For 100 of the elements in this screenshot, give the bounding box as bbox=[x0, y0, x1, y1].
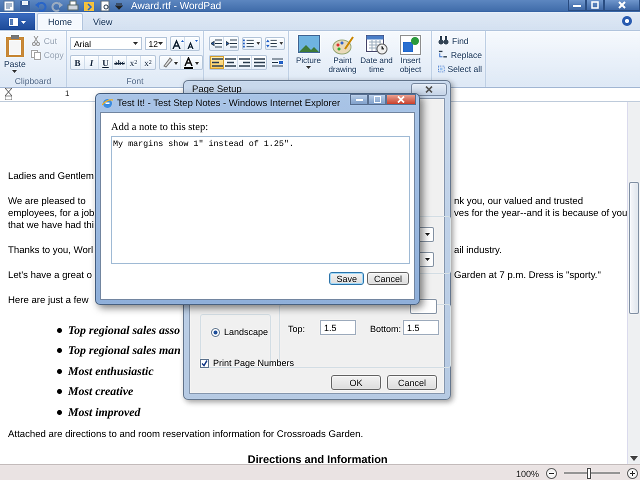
checkmark-icon bbox=[201, 360, 208, 366]
grow-font-button[interactable] bbox=[171, 37, 185, 50]
bullet-list-button[interactable] bbox=[242, 37, 262, 50]
maximize-icon bbox=[374, 96, 380, 103]
dialog-button[interactable]: OK bbox=[331, 375, 381, 390]
radio-button[interactable] bbox=[211, 328, 220, 336]
bullet-icon bbox=[57, 368, 62, 374]
list-item-text: Most creative bbox=[68, 384, 134, 400]
insert-button[interactable]: Picture bbox=[292, 34, 325, 70]
note-field[interactable]: My margins show 1" instead of 1.25". bbox=[111, 136, 410, 264]
grow-font-icon bbox=[172, 38, 184, 48]
palette-icon bbox=[332, 35, 354, 55]
margin-label: Bottom: bbox=[370, 324, 402, 334]
indent-icon bbox=[211, 39, 222, 48]
font-family-dropdown[interactable]: Arial bbox=[70, 37, 142, 50]
binoculars-icon bbox=[438, 36, 449, 45]
dialog-button[interactable]: Save bbox=[329, 272, 364, 285]
maximize-button[interactable] bbox=[586, 0, 604, 11]
margin-field[interactable]: 1.5 bbox=[403, 320, 439, 335]
document-text: Thanks to you, Worl bbox=[8, 245, 94, 256]
align-button[interactable] bbox=[252, 56, 266, 69]
zoom-out-icon[interactable] bbox=[546, 468, 557, 479]
print-icon[interactable] bbox=[67, 0, 79, 12]
copy-icon bbox=[30, 50, 41, 60]
align-icon bbox=[225, 58, 236, 67]
line-spacing-icon bbox=[266, 39, 284, 48]
application-menu-button[interactable] bbox=[0, 13, 35, 30]
editing-action-button[interactable]: Replace bbox=[438, 48, 482, 61]
bullet-icon bbox=[57, 328, 62, 333]
close-button[interactable] bbox=[386, 94, 416, 105]
picture-icon bbox=[298, 35, 320, 55]
insert-button[interactable]: Insert object bbox=[394, 34, 427, 75]
paste-button[interactable]: Paste bbox=[3, 33, 27, 76]
document-text: ves for the year--and it is because of you bbox=[454, 208, 628, 220]
align-button[interactable] bbox=[238, 56, 252, 69]
document-text: that we have had thi bbox=[8, 220, 94, 231]
window-title: Award.rtf - WordPad bbox=[131, 0, 222, 12]
vertical-scrollbar[interactable] bbox=[627, 102, 640, 464]
editing-action-button[interactable]: Select all bbox=[438, 62, 482, 75]
dropdown-arrow-icon bbox=[425, 258, 430, 261]
object-icon bbox=[400, 35, 422, 55]
highlighter-icon bbox=[162, 57, 178, 68]
caret-icon bbox=[12, 70, 18, 73]
minimize-button[interactable] bbox=[568, 0, 586, 11]
zoom-in-icon[interactable] bbox=[627, 468, 638, 479]
format-button[interactable]: I bbox=[85, 56, 99, 69]
slider-thumb[interactable] bbox=[587, 468, 592, 479]
align-icon bbox=[254, 58, 264, 67]
decrease-indent-button[interactable] bbox=[210, 37, 224, 50]
close-button[interactable] bbox=[604, 0, 640, 11]
app-icon[interactable] bbox=[3, 0, 15, 12]
dialog-button[interactable]: Cancel bbox=[366, 272, 409, 285]
document-text: ail industry. bbox=[454, 245, 502, 257]
insert-button[interactable]: Paint drawing bbox=[326, 34, 359, 75]
folder-icon[interactable] bbox=[83, 0, 95, 12]
minimize-button[interactable] bbox=[350, 94, 368, 105]
insert-button[interactable]: Date and time bbox=[360, 34, 393, 75]
group-label: Clipboard bbox=[14, 76, 52, 87]
document-text: Ladies and Gentlem bbox=[8, 171, 94, 182]
format-button[interactable]: x$^{2}$ bbox=[141, 56, 155, 69]
ruler-number: 1 bbox=[65, 89, 70, 98]
note-prompt: Add a note to this step: bbox=[111, 122, 210, 133]
list-item-text: Most enthusiastic bbox=[68, 364, 154, 379]
editing-action-button[interactable]: Find bbox=[438, 34, 482, 47]
ribbon-tab[interactable]: Home bbox=[37, 13, 84, 30]
minimize-icon bbox=[356, 98, 362, 101]
document-text: Attached are directions to and room reservation information for Crossroads Garden. bbox=[8, 428, 364, 440]
ribbon-tab[interactable]: View bbox=[83, 13, 122, 30]
align-button[interactable] bbox=[224, 56, 238, 69]
document-heading: Directions and Information bbox=[248, 454, 388, 466]
margin-field[interactable]: 1.5 bbox=[320, 320, 356, 335]
close-button[interactable] bbox=[411, 83, 447, 96]
document-text: Here are just a few bbox=[8, 295, 89, 306]
shrink-font-button[interactable] bbox=[185, 37, 199, 50]
indent-marker-icon[interactable] bbox=[5, 88, 12, 100]
dropdown-arrow-icon bbox=[158, 42, 163, 45]
document-text: Let's have a great o bbox=[8, 270, 92, 281]
line-spacing-button[interactable] bbox=[265, 37, 285, 50]
zoom-level: 100% bbox=[516, 468, 539, 478]
format-button[interactable]: B bbox=[71, 56, 85, 69]
maximize-button[interactable] bbox=[368, 94, 386, 105]
select-all-icon bbox=[438, 64, 444, 74]
font-color-button[interactable] bbox=[181, 56, 202, 69]
format-button[interactable]: U bbox=[99, 56, 113, 69]
dialog-button[interactable]: Cancel bbox=[387, 375, 437, 390]
align-button[interactable] bbox=[210, 56, 224, 69]
margin-label: Top: bbox=[288, 324, 306, 334]
paragraph-button[interactable] bbox=[270, 56, 284, 69]
replace-icon bbox=[438, 50, 448, 60]
scroll-down-icon[interactable] bbox=[630, 456, 638, 461]
help-icon[interactable] bbox=[622, 16, 632, 26]
increase-indent-button[interactable] bbox=[224, 37, 238, 50]
bullet-icon bbox=[57, 348, 62, 354]
scroll-thumb[interactable] bbox=[629, 182, 639, 314]
save-icon[interactable] bbox=[19, 0, 31, 12]
shrink-font-icon bbox=[186, 38, 198, 48]
font-size-dropdown[interactable]: 12 bbox=[144, 37, 167, 50]
checkbox[interactable] bbox=[200, 358, 209, 368]
close-icon bbox=[397, 96, 405, 103]
print-preview-icon[interactable] bbox=[99, 0, 111, 12]
